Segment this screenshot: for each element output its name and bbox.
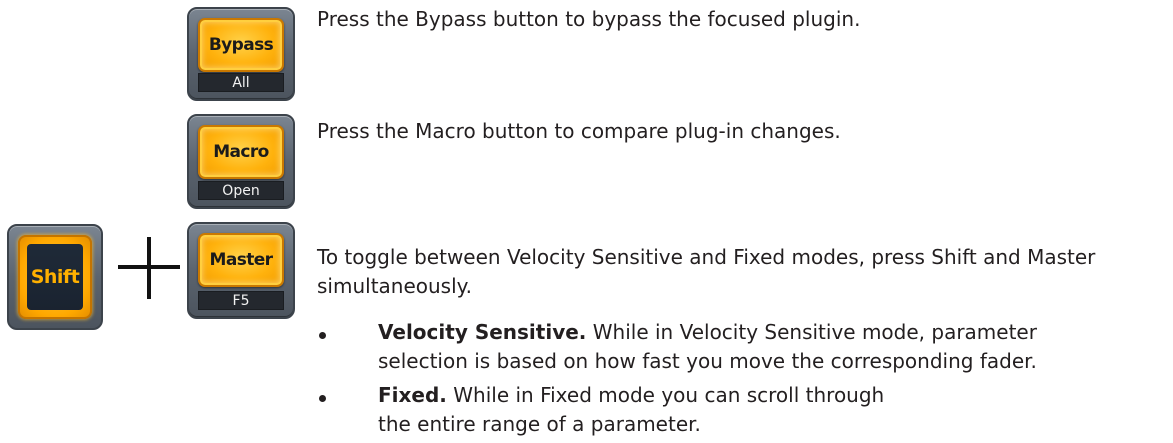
macro-button-sublabel: Open xyxy=(198,181,284,200)
bullet-fixed-term: Fixed. xyxy=(378,383,447,407)
bullet-fixed-text: While in Fixed mode you can scroll throu… xyxy=(446,383,885,407)
macro-button[interactable]: Macro Open xyxy=(187,114,295,209)
plus-icon-vertical xyxy=(147,237,151,299)
master-button[interactable]: Master F5 xyxy=(187,222,295,319)
bullet-fixed-line-2: the entire range of a parameter. xyxy=(378,412,701,436)
macro-button-cap: Macro xyxy=(198,125,284,179)
bypass-description: Press the Bypass button to bypass the fo… xyxy=(317,7,861,31)
shift-button-label: Shift xyxy=(30,266,80,288)
master-button-label: Master xyxy=(209,250,274,270)
bullet-icon xyxy=(319,395,326,402)
master-button-cap: Master xyxy=(198,233,284,287)
bullet-velocity-sensitive-term: Velocity Sensitive. xyxy=(378,320,587,344)
bypass-button[interactable]: Bypass All xyxy=(187,7,295,101)
shift-button-ring: Shift xyxy=(18,235,92,319)
bullet-icon xyxy=(319,332,326,339)
shift-button[interactable]: Shift xyxy=(7,224,103,330)
bullet-velocity-sensitive-text: While in Velocity Sensitive mode, parame… xyxy=(586,320,1037,344)
plus-icon xyxy=(118,237,180,299)
bypass-button-sublabel: All xyxy=(198,73,284,92)
master-button-sublabel: F5 xyxy=(198,291,284,310)
bullet-velocity-sensitive-line-2: selection is based on how fast you move … xyxy=(378,349,1037,373)
toggle-description-line-1: To toggle between Velocity Sensitive and… xyxy=(317,245,1096,269)
bullet-fixed-line-1: Fixed. While in Fixed mode you can scrol… xyxy=(378,380,884,410)
shift-button-face: Shift xyxy=(27,244,83,310)
toggle-description-line-2: simultaneously. xyxy=(317,274,472,298)
bypass-button-cap: Bypass xyxy=(198,18,284,72)
bullet-velocity-sensitive-line-1: Velocity Sensitive. While in Velocity Se… xyxy=(378,317,1037,347)
macro-description: Press the Macro button to compare plug-i… xyxy=(317,119,841,143)
macro-button-label: Macro xyxy=(213,142,269,162)
bypass-button-label: Bypass xyxy=(208,35,274,55)
